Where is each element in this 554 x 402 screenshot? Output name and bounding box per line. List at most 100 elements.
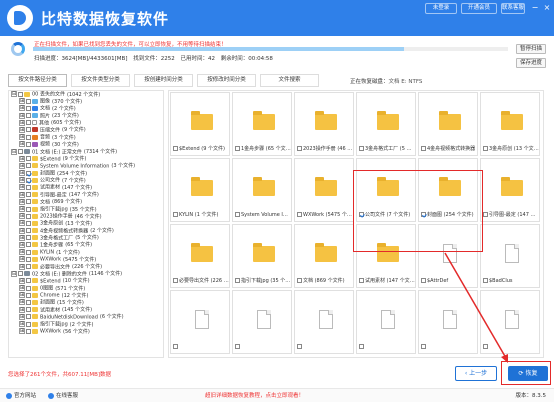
tile-checkbox[interactable] [421, 344, 426, 349]
tab-by-path[interactable]: 按文件路径分类 [8, 74, 67, 87]
tree-item[interactable]: ⊞ Chrome (12 个文件) [9, 292, 163, 299]
tree-item[interactable]: ⊞ 1金舟步骤 (65 个文件) [9, 241, 163, 249]
vip-button[interactable]: 开通会员 [461, 3, 497, 14]
file-tile[interactable] [294, 290, 354, 354]
file-tile[interactable]: $Extend (9 个文件) [170, 92, 230, 156]
tile-checkbox[interactable] [173, 212, 178, 217]
tile-checkbox[interactable] [297, 278, 302, 283]
expand-toggle-icon[interactable]: ⊞ [19, 198, 25, 205]
expand-toggle-icon[interactable]: ⊞ [19, 299, 25, 306]
tree-checkbox[interactable] [26, 278, 31, 284]
file-tile[interactable]: 文档 (869 个文件) [294, 224, 354, 288]
expand-toggle-icon[interactable]: ⊞ [19, 177, 25, 184]
expand-toggle-icon[interactable]: ⊞ [19, 328, 25, 335]
file-tile[interactable]: 3金舟原创 (13 个文件) [480, 92, 540, 156]
tree-checkbox[interactable] [26, 98, 31, 104]
expand-toggle-icon[interactable]: ⊞ [19, 134, 25, 141]
tree-checkbox[interactable] [26, 242, 31, 248]
tutorial-link[interactable]: 超旧详细数据恢复教程，点击立即观看！ [205, 391, 304, 399]
tree-checkbox[interactable] [26, 328, 31, 334]
expand-toggle-icon[interactable]: ⊞ [19, 227, 25, 234]
tree-checkbox[interactable] [26, 156, 31, 162]
tree-checkbox[interactable] [26, 307, 31, 313]
tile-checkbox[interactable] [421, 278, 426, 283]
tree-checkbox[interactable] [26, 321, 31, 327]
file-tile[interactable] [170, 290, 230, 354]
tab-file-search[interactable]: 文件搜索 [260, 74, 319, 87]
file-tile[interactable]: 公司文件 (7 个文件) [356, 158, 416, 222]
tree-item[interactable]: ⊞ WXWork (5475 个文件) [9, 256, 163, 263]
website-link[interactable]: 官方网站 [6, 391, 36, 399]
online-support-link[interactable]: 在线客服 [48, 391, 78, 399]
tile-checkbox[interactable] [297, 146, 302, 151]
tile-checkbox[interactable] [483, 212, 488, 217]
file-tile[interactable]: 3金舟格式工厂 (5 个文件) [356, 92, 416, 156]
tree-checkbox[interactable] [26, 127, 31, 133]
tree-checkbox[interactable] [18, 91, 23, 97]
tile-checkbox[interactable] [173, 344, 178, 349]
tree-item[interactable]: ⊟ 02 文档 (E:) 删除的文件 (1146 个文件) [9, 270, 163, 278]
expand-toggle-icon[interactable]: ⊞ [19, 220, 25, 227]
tree-checkbox[interactable] [26, 105, 31, 111]
tile-checkbox[interactable] [173, 278, 178, 283]
tree-item[interactable]: ⊞ 压缩文件 (9 个文件) [9, 126, 163, 134]
tree-checkbox[interactable] [26, 314, 31, 320]
expand-toggle-icon[interactable]: ⊞ [19, 119, 25, 126]
file-tile[interactable]: 必要导出文件 (226 个文件) [170, 224, 230, 288]
expand-toggle-icon[interactable]: ⊞ [19, 321, 25, 327]
file-tile[interactable]: 指引下载jpg (35 个文件) [232, 224, 292, 288]
tile-checkbox[interactable] [297, 212, 302, 217]
file-tile[interactable]: WXWork (5475 个文件) [294, 158, 354, 222]
tab-by-type[interactable]: 按文件类型分类 [71, 74, 130, 87]
tile-checkbox[interactable] [421, 212, 426, 217]
tree-item[interactable]: ⊟ 00 丢失的文件 (1042 个文件) [9, 91, 163, 98]
expand-toggle-icon[interactable]: ⊞ [19, 105, 25, 112]
tree-item[interactable]: ⊞ 试用素材 (147 个文件) [9, 184, 163, 191]
tree-item[interactable]: ⊞ 照片 (23 个文件) [9, 112, 163, 120]
expand-toggle-icon[interactable]: ⊟ [11, 270, 17, 277]
tree-item[interactable]: ⊞ 0图图 (571 个文件) [9, 285, 163, 292]
expand-toggle-icon[interactable]: ⊞ [19, 191, 25, 198]
tree-item[interactable]: ⊞ 2023操作手册 (46 个文件) [9, 213, 163, 220]
login-button[interactable]: 未登录 [425, 3, 457, 14]
file-tile[interactable] [356, 290, 416, 354]
tree-item[interactable]: ⊞ WXWork (56 个文件) [9, 328, 163, 335]
tree-item[interactable]: ⊞ 文档 (869 个文件) [9, 198, 163, 206]
expand-toggle-icon[interactable]: ⊞ [19, 213, 25, 220]
tree-checkbox[interactable] [26, 220, 31, 226]
save-progress-button[interactable]: 保存进度 [516, 58, 546, 68]
tree-item[interactable]: ⊟ 01 文档 (E:) 正常文件 (7314 个文件) [9, 148, 163, 156]
tree-item[interactable]: ⊞ 试用素材 (145 个文件) [9, 306, 163, 314]
tree-item[interactable]: ⊞ KYLIN (1 个文件) [9, 249, 163, 256]
tree-checkbox[interactable] [26, 199, 31, 205]
pause-scan-button[interactable]: 暂停扫描 [516, 44, 546, 54]
expand-toggle-icon[interactable]: ⊞ [19, 313, 25, 320]
expand-toggle-icon[interactable]: ⊞ [19, 234, 25, 241]
tree-checkbox[interactable] [26, 264, 31, 269]
tree-checkbox[interactable] [26, 120, 31, 126]
expand-toggle-icon[interactable]: ⊞ [19, 277, 25, 284]
tree-item[interactable]: ⊞ 3金舟格式工厂 (5 个文件) [9, 234, 163, 242]
expand-toggle-icon[interactable]: ⊞ [19, 256, 25, 263]
tree-item[interactable]: ⊞ 3金舟原创 (13 个文件) [9, 220, 163, 227]
expand-toggle-icon[interactable]: ⊞ [19, 263, 25, 270]
file-tile[interactable]: 4金舟视频格式转换器 [418, 92, 478, 156]
tile-checkbox[interactable] [297, 344, 302, 349]
tree-item[interactable]: ⊞ 指引下载jpg (2 个文件) [9, 321, 163, 328]
tile-checkbox[interactable] [235, 278, 240, 283]
file-tile[interactable]: KYLIN (1 个文件) [170, 158, 230, 222]
file-tile[interactable]: 试用素材 (147 个文件) [356, 224, 416, 288]
expand-toggle-icon[interactable]: ⊞ [19, 141, 25, 148]
file-tile[interactable]: $BadClus [480, 224, 540, 288]
file-tile[interactable] [480, 290, 540, 354]
tab-by-created[interactable]: 按创建时间分类 [134, 74, 193, 87]
tree-checkbox[interactable] [26, 206, 31, 212]
tile-checkbox[interactable] [173, 146, 178, 151]
tree-checkbox[interactable] [18, 149, 23, 154]
tile-checkbox[interactable] [483, 146, 488, 151]
tree-item[interactable]: ⊞ 指引下载jpg (35 个文件) [9, 206, 163, 213]
file-tile[interactable]: $AttrDef [418, 224, 478, 288]
expand-toggle-icon[interactable]: ⊞ [19, 285, 25, 292]
tree-checkbox[interactable] [26, 292, 31, 298]
tab-by-modified[interactable]: 按修改时间分类 [197, 74, 256, 87]
